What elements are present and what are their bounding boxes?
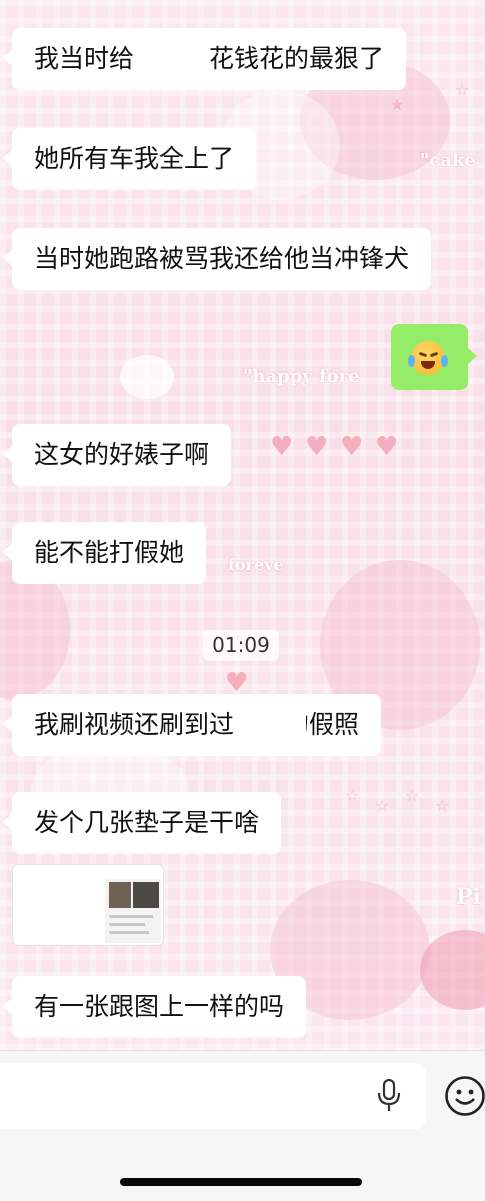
microphone-icon[interactable] <box>376 1079 402 1113</box>
message-text: 我刷视频还刷到过 的假照 <box>34 710 360 739</box>
message-text: 发个几张垫子是干啥 <box>34 808 260 837</box>
timestamp-divider: 01:09 <box>203 630 279 661</box>
star-icon: ☆ <box>435 796 450 815</box>
message-text: 这女的好婊子啊 <box>34 440 210 469</box>
message-bubble-7[interactable]: 发个几张垫子是干啥 <box>2 792 282 854</box>
wallpaper-text: "cake <box>420 150 476 171</box>
home-indicator[interactable] <box>120 1178 362 1186</box>
heart-icon: ♥ <box>305 432 329 462</box>
wallpaper-text: "happy fore <box>243 366 360 387</box>
wallpaper-text: foreve <box>228 555 284 574</box>
message-bubble-5[interactable]: 能不能打假她 <box>2 522 207 584</box>
image-message-thumbnail[interactable] <box>12 864 164 946</box>
star-icon: ★ <box>390 95 405 114</box>
heart-icon: ♥ <box>270 432 294 462</box>
message-bubble-2[interactable]: 她所有车我全上了 <box>2 128 257 190</box>
star-icon: ☆ <box>375 796 390 815</box>
message-text: 我当时给 花钱花的最狠了 <box>34 44 385 73</box>
wallpaper-text: Pi <box>456 884 481 910</box>
message-bubble-emoji-sent[interactable] <box>391 324 477 390</box>
message-input[interactable] <box>0 1063 426 1129</box>
heart-icon: ♥ <box>375 432 399 462</box>
star-icon: ☆ <box>345 786 360 805</box>
emoji-smile-icon[interactable] <box>444 1075 485 1117</box>
message-bubble-6[interactable]: 我刷视频还刷到过 的假照 <box>2 694 382 756</box>
pudding-icon <box>120 355 174 399</box>
redaction-mask <box>13 865 105 945</box>
crying-laughing-face-icon <box>408 341 448 375</box>
redaction-mask <box>254 708 306 744</box>
message-bubble-4[interactable]: 这女的好婊子啊 <box>2 424 232 486</box>
message-text: 能不能打假她 <box>34 538 185 567</box>
star-icon: ☆ <box>405 786 420 805</box>
message-text: 她所有车我全上了 <box>34 144 235 173</box>
message-bubble-3[interactable]: 当时她跑路被骂我还给他当冲锋犬 <box>2 228 432 290</box>
input-bar <box>0 1050 485 1201</box>
star-icon: ☆ <box>455 80 470 99</box>
message-bubble-8[interactable]: 有一张跟图上一样的吗 <box>2 976 307 1038</box>
message-bubble-1[interactable]: 我当时给 花钱花的最狠了 <box>2 28 407 90</box>
wallpaper-blob <box>420 930 485 1010</box>
redaction-mask <box>134 44 186 80</box>
heart-icon: ♥ <box>340 432 364 462</box>
message-text: 有一张跟图上一样的吗 <box>34 992 285 1021</box>
message-text: 当时她跑路被骂我还给他当冲锋犬 <box>34 244 410 273</box>
